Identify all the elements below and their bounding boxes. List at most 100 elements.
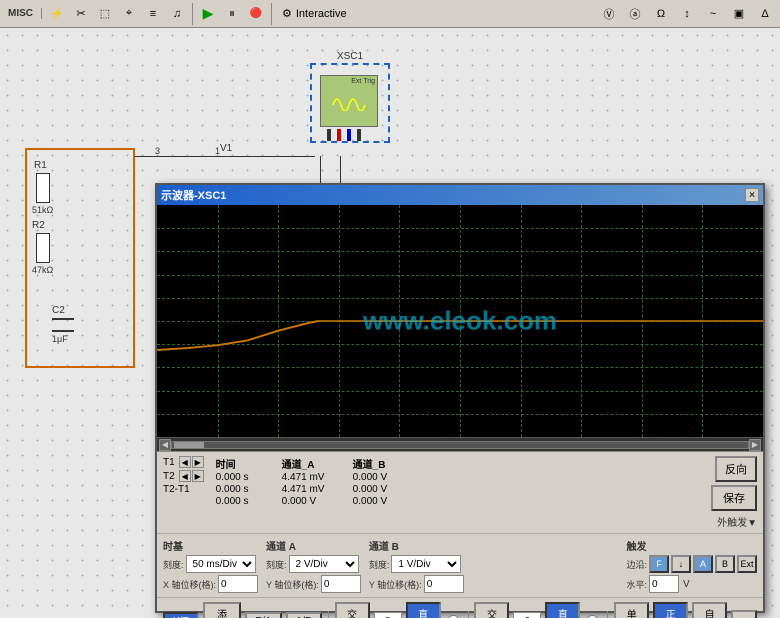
time-header: 时间: [216, 456, 266, 471]
toolbar-right-btn-4[interactable]: ↕: [676, 3, 698, 25]
toolbar-playback: ▶ ⏸ 🔴: [197, 3, 272, 25]
trig-a-btn[interactable]: A: [693, 555, 713, 573]
ch-a-scale-select[interactable]: 2 V/Div: [289, 555, 359, 573]
t2-time-val: 0.000 s: [216, 484, 266, 495]
toolbar-right-btn-1[interactable]: Ⓥ: [598, 3, 620, 25]
ba-button[interactable]: B/A: [245, 612, 281, 618]
settings-row: 时基 刻度: 50 ms/Div X 轴位移(格): 通道 A: [157, 534, 763, 598]
scroll-left-btn[interactable]: ◀: [159, 439, 171, 451]
toolbar-btn-5[interactable]: ≡: [142, 3, 164, 25]
x-shift-row: X 轴位移(格):: [163, 575, 258, 593]
none-btn[interactable]: 无: [731, 610, 757, 618]
xsc1-inner: Ext Trig: [320, 75, 378, 127]
reverse-button[interactable]: 反向: [715, 456, 757, 482]
ab-button[interactable]: A/B: [286, 612, 322, 618]
toolbar-btn-2[interactable]: ✂: [70, 3, 92, 25]
t2-left-btn[interactable]: ◀: [179, 470, 191, 482]
xsc1-label: XSC1: [337, 51, 363, 62]
ch-b-scale-select[interactable]: 1 V/Div: [391, 555, 461, 573]
t2-right-btn[interactable]: ▶: [192, 470, 204, 482]
toolbar-btn-3[interactable]: ⬚: [94, 3, 116, 25]
scroll-track[interactable]: [171, 441, 749, 449]
ac-btn-a[interactable]: 交流: [335, 602, 370, 618]
t2-row: T2 ◀ ▶: [163, 470, 204, 482]
toolbar-right-btn-7[interactable]: Δ: [754, 3, 776, 25]
xsc1-pin-1: [327, 129, 331, 141]
toolbar-right-btn-2[interactable]: ⓐ: [624, 3, 646, 25]
interactive-text: Interactive: [296, 8, 347, 20]
t1-arrows[interactable]: ◀ ▶: [179, 456, 204, 468]
x-shift-input[interactable]: [218, 575, 258, 593]
dc-btn-b[interactable]: 直流: [545, 602, 580, 618]
ext-trig-text: Ext Trig: [351, 78, 375, 85]
osc-close-button[interactable]: ×: [745, 188, 759, 202]
t1-left-btn[interactable]: ◀: [179, 456, 191, 468]
toolbar: MISC ⚡ ✂ ⬚ ⌖ ≡ ♫ ▶ ⏸ 🔴 ⚙ Interactive Ⓥ ⓐ…: [0, 0, 780, 28]
trig-b-btn[interactable]: B: [715, 555, 735, 573]
r2-body: [36, 233, 50, 263]
time-base-select[interactable]: 50 ms/Div: [186, 555, 256, 573]
t1-right-btn[interactable]: ▶: [192, 456, 204, 468]
scroll-right-btn[interactable]: ▶: [749, 439, 761, 451]
time-markers: T1 ◀ ▶ T2 ◀ ▶ T2-T1: [163, 456, 204, 495]
normal-btn[interactable]: 正常: [653, 602, 688, 618]
time-base-scale-row: 刻度: 50 ms/Div: [163, 555, 258, 573]
trig-level-row: 水平: V: [626, 575, 757, 593]
c2-component: C2 1μF: [52, 305, 74, 344]
bottom-buttons-row: Y/T 添加 B/A A/B 交流 直流 交流 直流: [157, 598, 763, 618]
yt-button[interactable]: Y/T: [163, 612, 199, 618]
ch-a-scale-row: 刻度: 2 V/Div: [266, 555, 361, 573]
toolbar-btn-1[interactable]: ⚡: [46, 3, 68, 25]
t1-label: T1: [163, 457, 175, 468]
dc-btn-a[interactable]: 直流: [406, 602, 441, 618]
num-input-a[interactable]: [374, 612, 402, 618]
r1-body: [36, 173, 50, 203]
tb-scale-label: 刻度:: [163, 558, 184, 571]
trig-f-btn[interactable]: F: [649, 555, 669, 573]
xsc1-component[interactable]: XSC1 Ext Trig: [310, 63, 390, 143]
ch-a-y-row: Y 轴位移(格):: [266, 575, 361, 593]
toolbar-btn-4[interactable]: ⌖: [118, 3, 140, 25]
divider-2: [468, 611, 469, 618]
ac-btn-b[interactable]: 交流: [474, 602, 509, 618]
save-button[interactable]: 保存: [711, 485, 757, 511]
scroll-thumb[interactable]: [174, 442, 204, 448]
play-button[interactable]: ▶: [197, 3, 219, 25]
radio-a[interactable]: [447, 615, 460, 618]
trig-edge-btns: F ↓ A B Ext: [649, 555, 757, 573]
xsc1-pin-3: [347, 129, 351, 141]
ch-b-y-input[interactable]: [424, 575, 464, 593]
add-button[interactable]: 添加: [203, 602, 242, 618]
osc-titlebar[interactable]: 示波器-XSC1 ×: [157, 185, 763, 205]
ch-b-y-row: Y 轴位移(格):: [369, 575, 464, 593]
ext-trig-label[interactable]: 外触发▼: [711, 514, 757, 529]
chb-header: 通道_B: [353, 456, 408, 471]
c2-body: [52, 318, 74, 332]
t2-label: T2: [163, 471, 175, 482]
t2t1-cha-val: 0.000 V: [282, 496, 337, 507]
node1-label: 1: [215, 146, 220, 156]
trig-down-btn[interactable]: ↓: [671, 555, 691, 573]
toolbar-right-btn-3[interactable]: Ω: [650, 3, 672, 25]
time-base-group: 时基 刻度: 50 ms/Div X 轴位移(格):: [163, 538, 258, 593]
pause-button[interactable]: ⏸: [221, 3, 243, 25]
ch-a-label: 通道 A: [266, 538, 361, 553]
t2-arrows[interactable]: ◀ ▶: [179, 470, 204, 482]
t2-cha-val: 4.471 mV: [282, 484, 337, 495]
ch-a-y-input[interactable]: [321, 575, 361, 593]
osc-scrollbar[interactable]: ◀ ▶: [157, 437, 763, 451]
num-input-b[interactable]: [513, 612, 541, 618]
toolbar-btn-6[interactable]: ♫: [166, 3, 188, 25]
r2-label: R2: [32, 220, 53, 231]
misc-label: MISC: [4, 8, 37, 19]
components-box: R1 51kΩ R2 47kΩ C2 1μF: [25, 148, 135, 368]
stop-button[interactable]: 🔴: [245, 3, 267, 25]
single-btn[interactable]: 单次: [614, 602, 649, 618]
toolbar-right-btn-6[interactable]: ▣: [728, 3, 750, 25]
toolbar-right-btn-5[interactable]: ~: [702, 3, 724, 25]
trig-ext-btn[interactable]: Ext: [737, 555, 757, 573]
level-input[interactable]: [649, 575, 679, 593]
divider-1: [328, 611, 329, 618]
auto-btn[interactable]: 自动: [692, 602, 727, 618]
radio-b[interactable]: [586, 615, 599, 618]
